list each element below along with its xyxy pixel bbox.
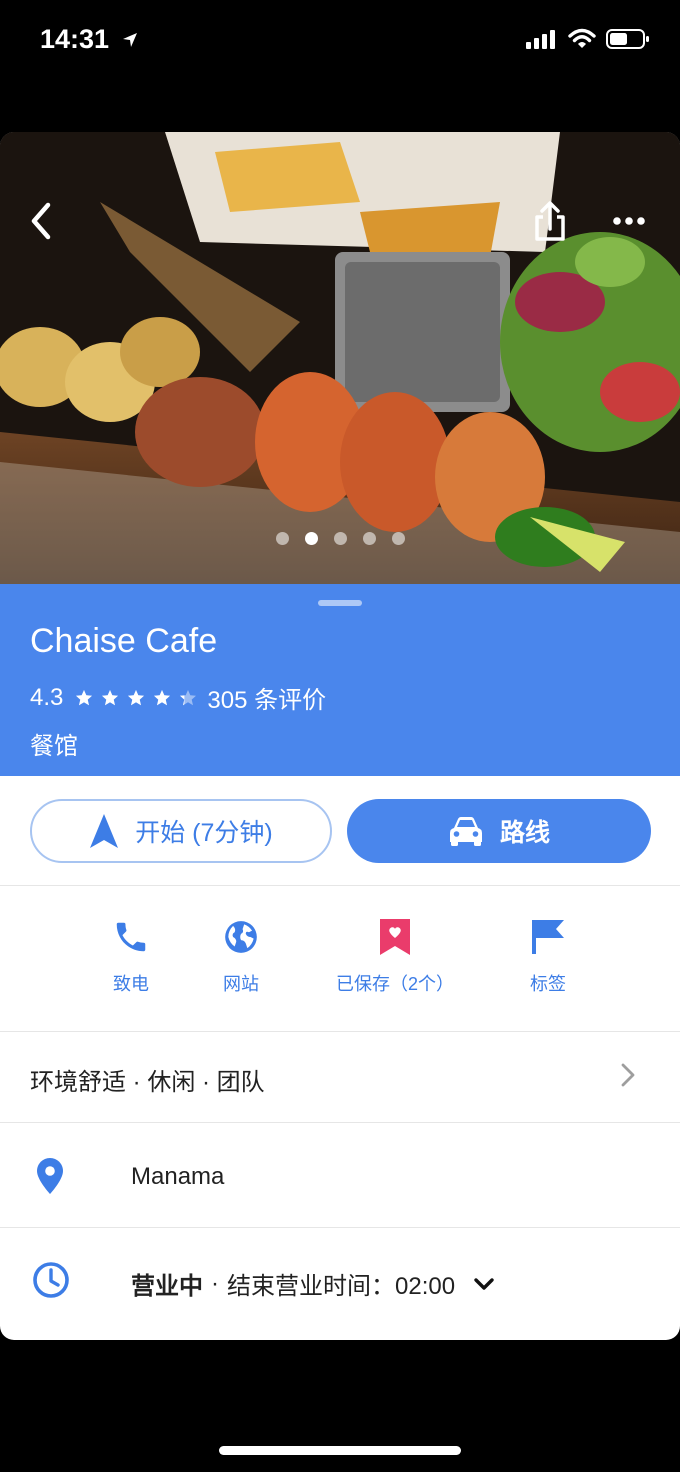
rating-row[interactable]: 4.3 305 条评价 bbox=[30, 680, 326, 715]
location-pin-icon bbox=[37, 1158, 63, 1194]
address-row[interactable]: Manama bbox=[0, 1123, 680, 1228]
hours-row[interactable]: 营业中 · 结束营业时间：02:00 bbox=[0, 1228, 680, 1332]
saved-label: 已保存（2个） bbox=[335, 974, 454, 994]
globe-icon bbox=[225, 921, 257, 953]
star-icon bbox=[76, 689, 93, 705]
start-label: 开始 (7分钟) bbox=[135, 819, 273, 847]
chevron-down-icon[interactable] bbox=[473, 1277, 495, 1291]
location-arrow-icon bbox=[122, 33, 137, 47]
call-label: 致电 bbox=[113, 974, 149, 994]
label-button[interactable]: 标签 bbox=[468, 918, 628, 996]
share-icon bbox=[535, 201, 565, 241]
status-bar: 14:31 bbox=[0, 0, 680, 90]
hours-text: 营业中 · 结束营业时间：02:00 bbox=[131, 1266, 495, 1301]
back-arrow-icon bbox=[31, 202, 51, 240]
clock-icon bbox=[33, 1262, 69, 1298]
directions-button[interactable]: 路线 bbox=[347, 799, 651, 863]
share-button[interactable] bbox=[525, 196, 575, 246]
home-indicator[interactable] bbox=[219, 1446, 461, 1455]
start-navigation-button[interactable]: 开始 (7分钟) bbox=[30, 799, 332, 863]
star-icon bbox=[102, 689, 119, 705]
page-dot bbox=[363, 532, 376, 545]
route-label: 路线 bbox=[499, 819, 550, 847]
page-dot bbox=[334, 532, 347, 545]
website-button[interactable]: 网站 bbox=[161, 918, 321, 996]
review-count: 305 条评价 bbox=[207, 687, 327, 714]
more-options-button[interactable] bbox=[604, 196, 654, 246]
photo-page-indicator bbox=[276, 532, 405, 545]
page-dot bbox=[392, 532, 405, 545]
rating-value: 4.3 bbox=[30, 683, 64, 711]
star-icon bbox=[180, 689, 197, 705]
place-attributes-row[interactable]: 环境舒适 · 休闲 · 团队 bbox=[0, 1032, 680, 1123]
saved-button[interactable]: 已保存（2个） bbox=[315, 918, 475, 996]
closing-time: 结束营业时间：02:00 bbox=[227, 1273, 456, 1300]
star-icon bbox=[154, 689, 171, 705]
primary-actions: 开始 (7分钟) 路线 bbox=[0, 776, 680, 886]
open-status: 营业中 bbox=[131, 1273, 203, 1300]
attributes-text: 环境舒适 · 休闲 · 团队 bbox=[30, 1069, 265, 1096]
hours-separator: · bbox=[211, 1269, 219, 1297]
chevron-right-icon bbox=[621, 1063, 635, 1087]
battery-icon bbox=[606, 29, 649, 49]
saved-bookmark-icon bbox=[380, 919, 410, 955]
navigation-arrow-icon bbox=[90, 814, 119, 848]
rating-stars bbox=[75, 689, 197, 707]
signal-icon bbox=[526, 30, 555, 49]
website-label: 网站 bbox=[223, 974, 259, 994]
status-icons bbox=[526, 28, 650, 50]
phone-icon bbox=[116, 922, 146, 952]
drag-handle[interactable] bbox=[318, 600, 362, 606]
status-time: 14:31 bbox=[40, 24, 139, 55]
quick-actions: 致电 网站 已保存（2个） 标签 bbox=[0, 886, 680, 1032]
car-icon bbox=[449, 817, 482, 846]
page-dot bbox=[305, 532, 318, 545]
place-category: 餐馆 bbox=[30, 733, 78, 760]
more-horizontal-icon bbox=[613, 217, 645, 225]
place-sheet: Chaise Cafe 4.3 305 条评价 餐馆 开始 (7分钟) 路线 致… bbox=[0, 132, 680, 1340]
flag-icon bbox=[532, 920, 564, 954]
page-dot bbox=[276, 532, 289, 545]
place-photo-carousel[interactable] bbox=[0, 132, 680, 584]
star-icon bbox=[128, 689, 145, 705]
address-text: Manama bbox=[131, 1163, 225, 1190]
time-text: 14:31 bbox=[40, 24, 110, 54]
wifi-icon bbox=[568, 28, 596, 48]
food-photo bbox=[0, 132, 680, 584]
back-button[interactable] bbox=[16, 196, 66, 246]
place-name: Chaise Cafe bbox=[30, 622, 218, 660]
label-label: 标签 bbox=[530, 974, 566, 994]
place-header[interactable]: Chaise Cafe 4.3 305 条评价 餐馆 bbox=[0, 584, 680, 776]
